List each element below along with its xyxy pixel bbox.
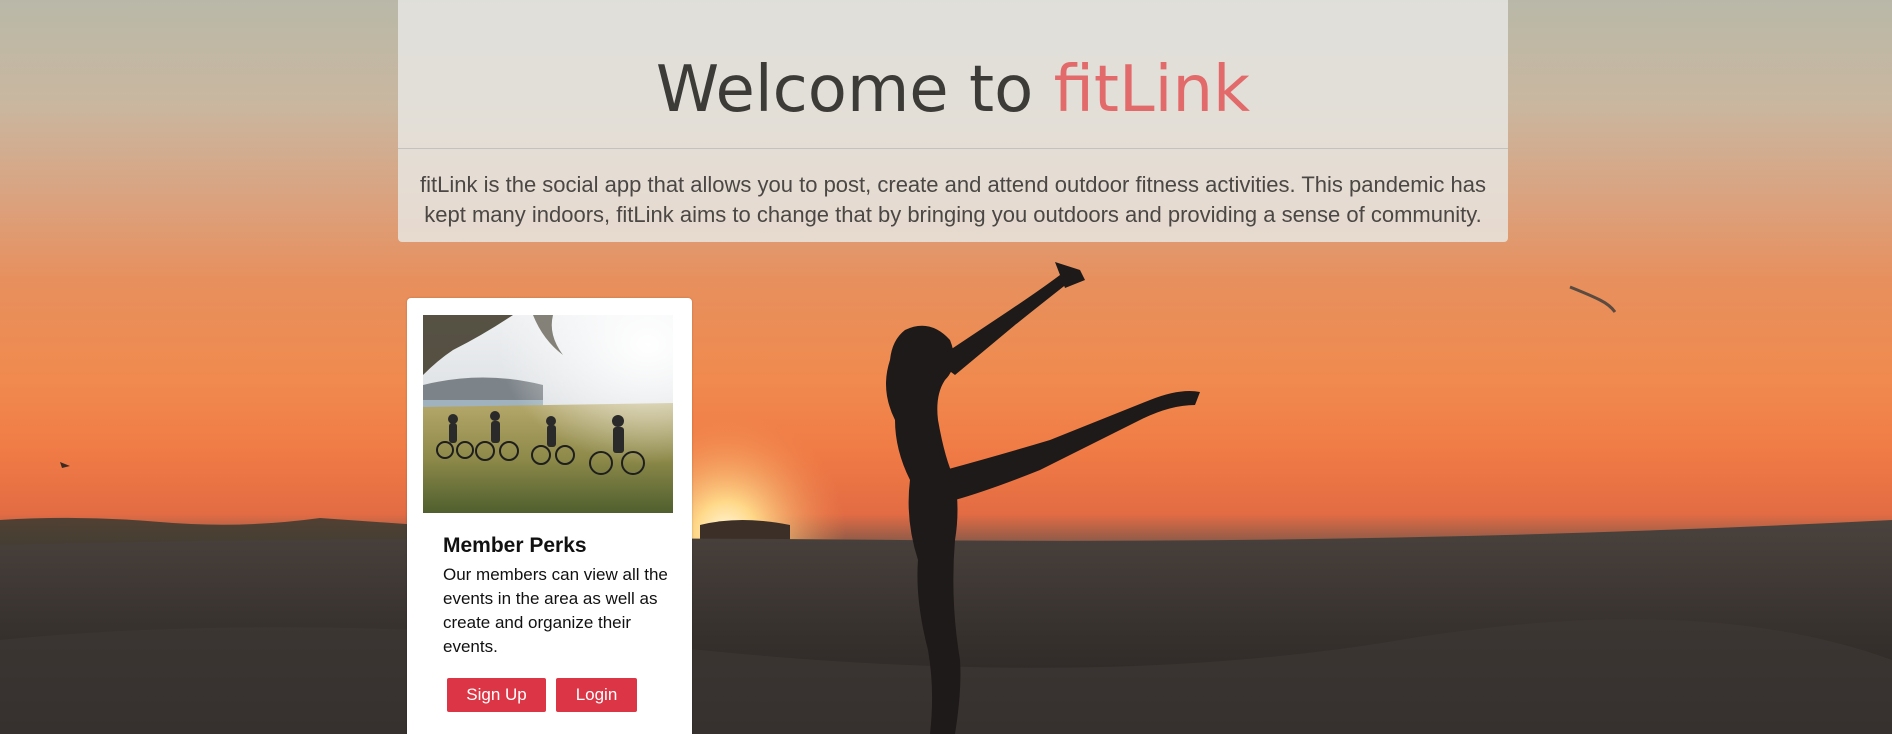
bikers-image xyxy=(423,315,673,513)
sign-up-button[interactable]: Sign Up xyxy=(447,678,546,712)
page-title: Welcome to fitLink xyxy=(398,48,1508,132)
hero-description: fitLink is the social app that allows yo… xyxy=(420,172,1486,227)
member-perks-card: Member Perks Our members can view all th… xyxy=(407,298,692,734)
hero-divider xyxy=(398,148,1508,149)
hero-panel: Welcome to fitLink fitLink is the social… xyxy=(398,0,1508,242)
login-button[interactable]: Login xyxy=(556,678,637,712)
card-title: Member Perks xyxy=(443,534,587,557)
title-prefix: Welcome to xyxy=(655,53,1054,127)
bikers-photo xyxy=(423,315,673,513)
card-description: Our members can view all the events in t… xyxy=(443,565,668,656)
brand-name: fitLink xyxy=(1053,53,1251,127)
